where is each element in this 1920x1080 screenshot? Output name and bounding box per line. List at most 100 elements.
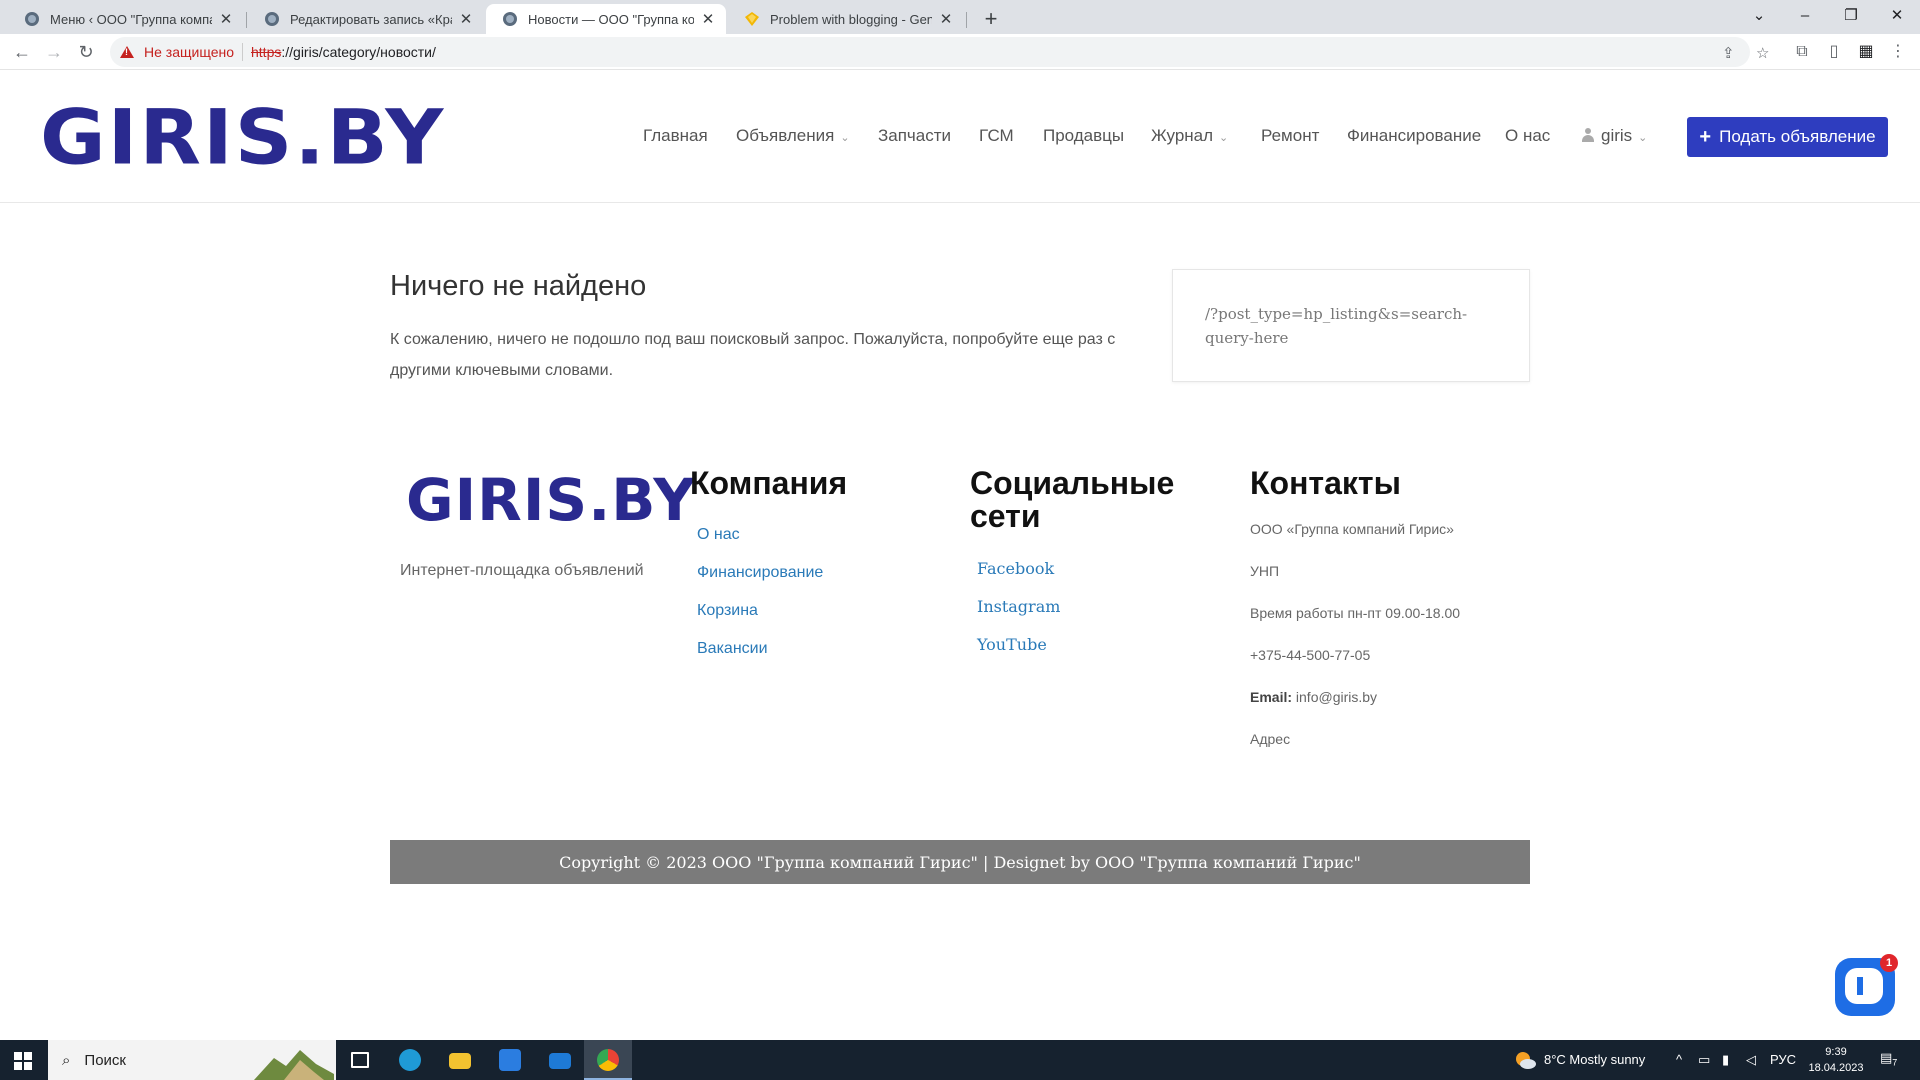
site-header: GIRIS.BY Главная Объявления ⌄ Запчасти ГС… bbox=[0, 70, 1920, 203]
battery-icon[interactable]: ▮ bbox=[1722, 1052, 1729, 1068]
edge-browser-icon[interactable] bbox=[386, 1040, 434, 1080]
taskbar-search-input[interactable]: ⌕ Поиск bbox=[48, 1040, 336, 1080]
nav-repair[interactable]: Ремонт bbox=[1261, 126, 1319, 146]
security-warning-label: Не защищено bbox=[144, 44, 234, 60]
security-warning[interactable]: Не защищено bbox=[120, 44, 234, 60]
chevron-down-icon: ⌄ bbox=[1638, 132, 1648, 144]
microsoft-store-icon[interactable] bbox=[486, 1040, 534, 1080]
new-tab-button[interactable]: + bbox=[978, 6, 1004, 32]
plus-icon: + bbox=[1699, 125, 1712, 148]
nav-parts[interactable]: Запчасти bbox=[878, 126, 951, 146]
nav-sellers[interactable]: Продавцы bbox=[1043, 126, 1124, 146]
post-listing-label: Подать объявление bbox=[1719, 127, 1876, 146]
tab-close-icon[interactable]: ✕ bbox=[458, 10, 474, 28]
nav-journal[interactable]: Журнал ⌄ bbox=[1151, 126, 1228, 146]
footer-link-about[interactable]: О нас bbox=[697, 526, 740, 544]
tab-label: Редактировать запись «Краткая bbox=[290, 11, 452, 27]
weather-text[interactable]: 8°C Mostly sunny bbox=[1544, 1052, 1645, 1067]
footer-link-youtube[interactable]: YouTube bbox=[977, 635, 1047, 654]
input-language[interactable]: РУС bbox=[1770, 1052, 1796, 1067]
address-bar[interactable]: Не защищено https ://giris/category/ново… bbox=[110, 37, 1769, 67]
nav-journal-label: Журнал bbox=[1151, 126, 1214, 145]
footer-link-facebook[interactable]: Facebook bbox=[977, 559, 1054, 578]
forward-arrow-icon[interactable]: → bbox=[42, 40, 66, 64]
kebab-menu-icon[interactable]: ⋮ bbox=[1886, 40, 1910, 64]
back-arrow-icon[interactable]: ← bbox=[10, 40, 34, 64]
tab-close-icon[interactable]: ✕ bbox=[938, 10, 954, 28]
forum-favicon-icon bbox=[745, 12, 759, 26]
tab-search-chevron-icon[interactable]: ⌄ bbox=[1736, 2, 1782, 30]
contact-phone: +375-44-500-77-05 bbox=[1250, 647, 1371, 663]
nav-home[interactable]: Главная bbox=[643, 126, 708, 146]
nav-listings-label: Объявления bbox=[736, 126, 835, 145]
tab-edit-post[interactable]: Редактировать запись «Краткая ✕ bbox=[248, 4, 484, 34]
restore-icon[interactable]: ❐ bbox=[1828, 2, 1874, 30]
url-text: ://giris/category/новости/ bbox=[281, 44, 436, 60]
minimize-icon[interactable]: – bbox=[1782, 2, 1828, 30]
clock-time: 9:39 bbox=[1825, 1046, 1847, 1058]
warning-triangle-icon bbox=[120, 46, 134, 58]
tab-separator bbox=[966, 12, 967, 28]
nav-user-menu[interactable]: giris ⌄ bbox=[1581, 126, 1647, 146]
footer-link-cart[interactable]: Корзина bbox=[697, 602, 758, 620]
search-highlight-landscape-icon bbox=[254, 1050, 334, 1080]
extensions-puzzle-icon[interactable]: ⧉ bbox=[1790, 40, 1814, 64]
share-icon[interactable]: ⇪ bbox=[1722, 44, 1735, 62]
chevron-down-icon: ⌄ bbox=[840, 132, 850, 144]
tray-chevron-up-icon[interactable]: ^ bbox=[1676, 1052, 1682, 1067]
chevron-down-icon: ⌄ bbox=[1219, 132, 1229, 144]
chrome-browser-icon[interactable] bbox=[584, 1040, 632, 1080]
footer-link-instagram[interactable]: Instagram bbox=[977, 597, 1060, 616]
tab-label: Новости — ООО "Группа компа bbox=[528, 11, 694, 27]
tab-close-icon[interactable]: ✕ bbox=[218, 10, 234, 28]
site-logo[interactable]: GIRIS.BY bbox=[40, 100, 445, 176]
contact-email: Email: info@giris.by bbox=[1250, 689, 1377, 705]
task-view-icon[interactable] bbox=[336, 1040, 384, 1080]
wordpress-favicon-icon bbox=[503, 12, 517, 26]
file-explorer-icon[interactable] bbox=[436, 1040, 484, 1080]
browser-toolbar: ← → ↻ Не защищено https ://giris/categor… bbox=[0, 34, 1920, 70]
windows-taskbar: ⌕ Поиск 8°C Mostly sunny ^ ▭ ▮ ◁ РУС 9:3… bbox=[0, 1040, 1920, 1080]
search-icon: ⌕ bbox=[62, 1051, 71, 1069]
footer-social-heading: Социальные сети bbox=[970, 465, 1175, 534]
post-listing-button[interactable]: + Подать объявление bbox=[1687, 117, 1888, 157]
tab-label: Problem with blogging - Genera bbox=[770, 11, 932, 27]
contact-email-value[interactable]: info@giris.by bbox=[1296, 689, 1377, 705]
reload-icon[interactable]: ↻ bbox=[74, 40, 98, 64]
extension-grid-icon[interactable]: ▦ bbox=[1854, 40, 1878, 64]
nav-about[interactable]: О нас bbox=[1505, 126, 1550, 146]
chat-unread-badge: 1 bbox=[1880, 954, 1898, 972]
tab-label: Меню ‹ ООО "Группа компаний bbox=[50, 11, 212, 27]
weather-sun-cloud-icon[interactable] bbox=[1514, 1050, 1536, 1073]
footer-link-vacancies[interactable]: Вакансии bbox=[697, 640, 768, 658]
windows-start-icon[interactable] bbox=[14, 1052, 32, 1070]
footer-logo[interactable]: GIRIS.BY bbox=[406, 470, 696, 530]
bookmark-star-icon[interactable]: ☆ bbox=[1756, 44, 1769, 62]
wordpress-favicon-icon bbox=[25, 12, 39, 26]
taskbar-clock[interactable]: 9:39 18.04.2023 bbox=[1806, 1044, 1866, 1076]
contact-email-label: Email: bbox=[1250, 689, 1293, 705]
nav-finance[interactable]: Финансирование bbox=[1347, 126, 1481, 146]
nav-fuel[interactable]: ГСМ bbox=[979, 126, 1014, 146]
contact-unp: УНП bbox=[1250, 563, 1280, 579]
no-results-message: К сожалению, ничего не подошло под ваш п… bbox=[390, 331, 1116, 379]
tab-menu[interactable]: Меню ‹ ООО "Группа компаний ✕ bbox=[8, 4, 244, 34]
side-panel-icon[interactable]: ▯ bbox=[1822, 40, 1846, 64]
footer-link-finance[interactable]: Финансирование bbox=[697, 564, 823, 582]
footer-company-heading: Компания bbox=[690, 465, 848, 501]
meet-camera-icon[interactable]: ▭ bbox=[1698, 1052, 1710, 1068]
notifications-icon[interactable]: ▤7 bbox=[1880, 1050, 1897, 1068]
mail-icon[interactable] bbox=[536, 1040, 584, 1080]
tab-problem-blogging[interactable]: Problem with blogging - Genera ✕ bbox=[728, 4, 964, 34]
nav-listings[interactable]: Объявления ⌄ bbox=[736, 126, 850, 146]
close-window-icon[interactable]: ✕ bbox=[1874, 2, 1920, 30]
tab-close-icon[interactable]: ✕ bbox=[700, 10, 716, 28]
browser-tab-bar: Меню ‹ ООО "Группа компаний ✕ Редактиров… bbox=[0, 0, 1920, 34]
footer-contacts-heading: Контакты bbox=[1250, 465, 1401, 501]
volume-icon[interactable]: ◁ bbox=[1746, 1052, 1756, 1068]
nav-user-label: giris bbox=[1601, 126, 1633, 145]
notification-count: 7 bbox=[1892, 1057, 1898, 1068]
tab-news-active[interactable]: Новости — ООО "Группа компа ✕ bbox=[486, 4, 726, 34]
page-title: Ничего не найдено bbox=[390, 270, 647, 302]
search-query-text: /?post_type=hp_listing&s=search-query-he… bbox=[1205, 305, 1468, 347]
